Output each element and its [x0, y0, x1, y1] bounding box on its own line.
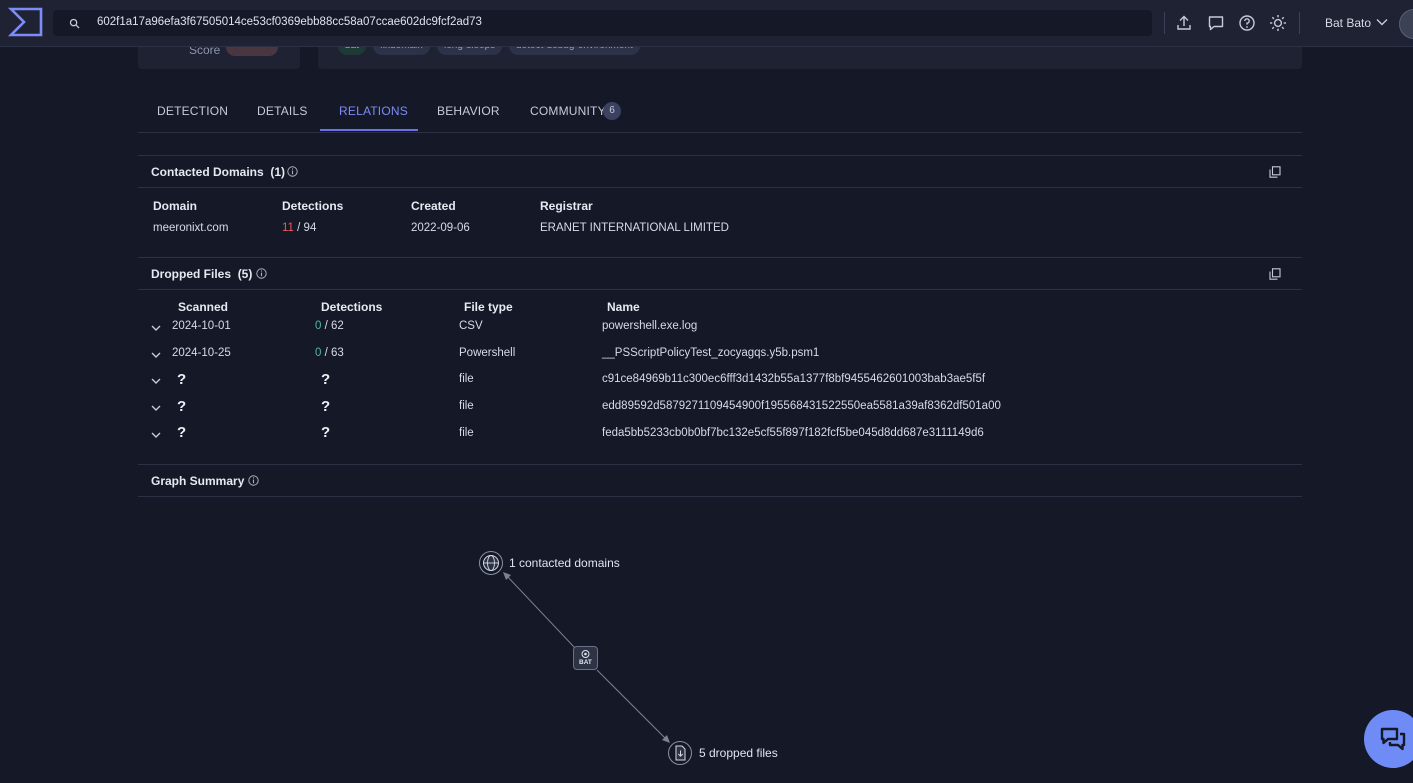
copy-icon[interactable]: [1269, 268, 1281, 280]
tab-behavior[interactable]: BEHAVIOR: [437, 104, 500, 118]
file-name-link[interactable]: __PSScriptPolicyTest_zocyagqs.y5b.psm1: [602, 347, 819, 359]
file-download-icon: [675, 745, 686, 761]
detections-unknown: ?: [321, 398, 331, 415]
column-header[interactable]: Detections: [282, 199, 343, 213]
column-header[interactable]: Created: [411, 199, 456, 213]
file-name-link[interactable]: edd89592d5879271109454900f19556843152255…: [602, 400, 1001, 412]
user-name[interactable]: Bat Bato: [1325, 16, 1371, 30]
scanned-unknown: ?: [177, 371, 187, 388]
file-type: file: [459, 400, 474, 412]
divider: [1299, 12, 1300, 34]
scanned-date: 2024-10-01: [172, 320, 231, 332]
chat-bubbles-icon: [1380, 727, 1406, 751]
expand-chevron-icon[interactable]: [151, 351, 161, 359]
file-type: Powershell: [459, 347, 516, 359]
detections-value: 0 / 63: [315, 347, 344, 359]
community-count-badge: 6: [603, 102, 621, 120]
column-header[interactable]: Detections: [321, 300, 382, 314]
expand-chevron-icon[interactable]: [151, 431, 161, 439]
arrow-head: [503, 572, 511, 580]
expand-chevron-icon[interactable]: [151, 324, 161, 332]
section-title: Dropped Files (5): [151, 267, 253, 281]
file-name-link[interactable]: c91ce84969b11c300ec6fff3d1432b55a1377f8b…: [602, 373, 985, 385]
tab-bar: DETECTION DETAILS RELATIONS BEHAVIOR COM…: [138, 90, 1302, 133]
column-header[interactable]: Domain: [153, 199, 197, 213]
tab-relations[interactable]: RELATIONS: [339, 104, 408, 118]
file-name-link[interactable]: feda5bb5233cb0b0bf7bc132e5cf55f897f182fc…: [602, 427, 984, 439]
file-name-link[interactable]: powershell.exe.log: [602, 320, 697, 332]
dropped-files-node[interactable]: [668, 741, 692, 765]
tab-details[interactable]: DETAILS: [257, 104, 308, 118]
column-header[interactable]: Scanned: [178, 300, 228, 314]
info-icon[interactable]: [256, 268, 267, 279]
graph-summary-header: Graph Summary: [138, 464, 1302, 497]
top-bar: 602f1a17a96efa3f67505014ce53cf0369ebb88c…: [0, 0, 1413, 47]
column-header[interactable]: Name: [607, 300, 640, 314]
chat-icon[interactable]: [1207, 14, 1225, 32]
bat-node-label: BAT: [579, 659, 592, 666]
section-title: Graph Summary: [151, 474, 245, 488]
copy-icon[interactable]: [1269, 166, 1281, 178]
support-chat-button[interactable]: [1364, 710, 1413, 768]
chevron-down-icon[interactable]: [1376, 17, 1388, 27]
bat-file-node[interactable]: BAT: [573, 646, 598, 670]
tab-community[interactable]: COMMUNITY: [530, 104, 606, 118]
tab-detection[interactable]: DETECTION: [157, 104, 228, 118]
section-title: Contacted Domains (1): [151, 165, 286, 179]
theme-icon[interactable]: [1269, 14, 1287, 32]
help-icon[interactable]: [1238, 14, 1256, 32]
contacted-domains-label[interactable]: 1 contacted domains: [509, 556, 620, 570]
scanned-date: 2024-10-25: [172, 347, 231, 359]
expand-chevron-icon[interactable]: [151, 404, 161, 412]
expand-chevron-icon[interactable]: [151, 377, 161, 385]
file-type: file: [459, 427, 474, 439]
contacted-domains-node[interactable]: [479, 551, 503, 575]
scanned-unknown: ?: [177, 424, 187, 441]
detections-value: 0 / 62: [315, 320, 344, 332]
detections-value: 11 / 94: [282, 222, 317, 234]
detections-unknown: ?: [321, 371, 331, 388]
active-tab-indicator: [320, 129, 418, 131]
search-input[interactable]: 602f1a17a96efa3f67505014ce53cf0369ebb88c…: [97, 16, 482, 28]
upload-icon[interactable]: [1175, 14, 1193, 32]
registrar-value: ERANET INTERNATIONAL LIMITED: [540, 222, 729, 234]
column-header[interactable]: Registrar: [540, 199, 593, 213]
domain-link[interactable]: meeronixt.com: [153, 222, 228, 234]
globe-icon: [483, 555, 499, 571]
detections-unknown: ?: [321, 424, 331, 441]
contacted-domains-header: Contacted Domains (1): [138, 155, 1302, 188]
virustotal-logo-icon[interactable]: [8, 6, 44, 38]
created-date: 2022-09-06: [411, 222, 470, 234]
column-header[interactable]: File type: [464, 300, 513, 314]
dropped-files-header: Dropped Files (5): [138, 257, 1302, 290]
graph-edge: [596, 669, 668, 741]
graph-edge: [505, 574, 576, 649]
dropped-files-label[interactable]: 5 dropped files: [699, 746, 778, 760]
info-icon[interactable]: [287, 166, 298, 177]
file-type: file: [459, 373, 474, 385]
divider: [1164, 12, 1165, 34]
search-bar[interactable]: 602f1a17a96efa3f67505014ce53cf0369ebb88c…: [53, 10, 1152, 36]
scanned-unknown: ?: [177, 398, 187, 415]
avatar[interactable]: [1399, 9, 1413, 39]
search-icon: [69, 18, 80, 29]
info-icon[interactable]: [248, 475, 259, 486]
file-type: CSV: [459, 320, 483, 332]
